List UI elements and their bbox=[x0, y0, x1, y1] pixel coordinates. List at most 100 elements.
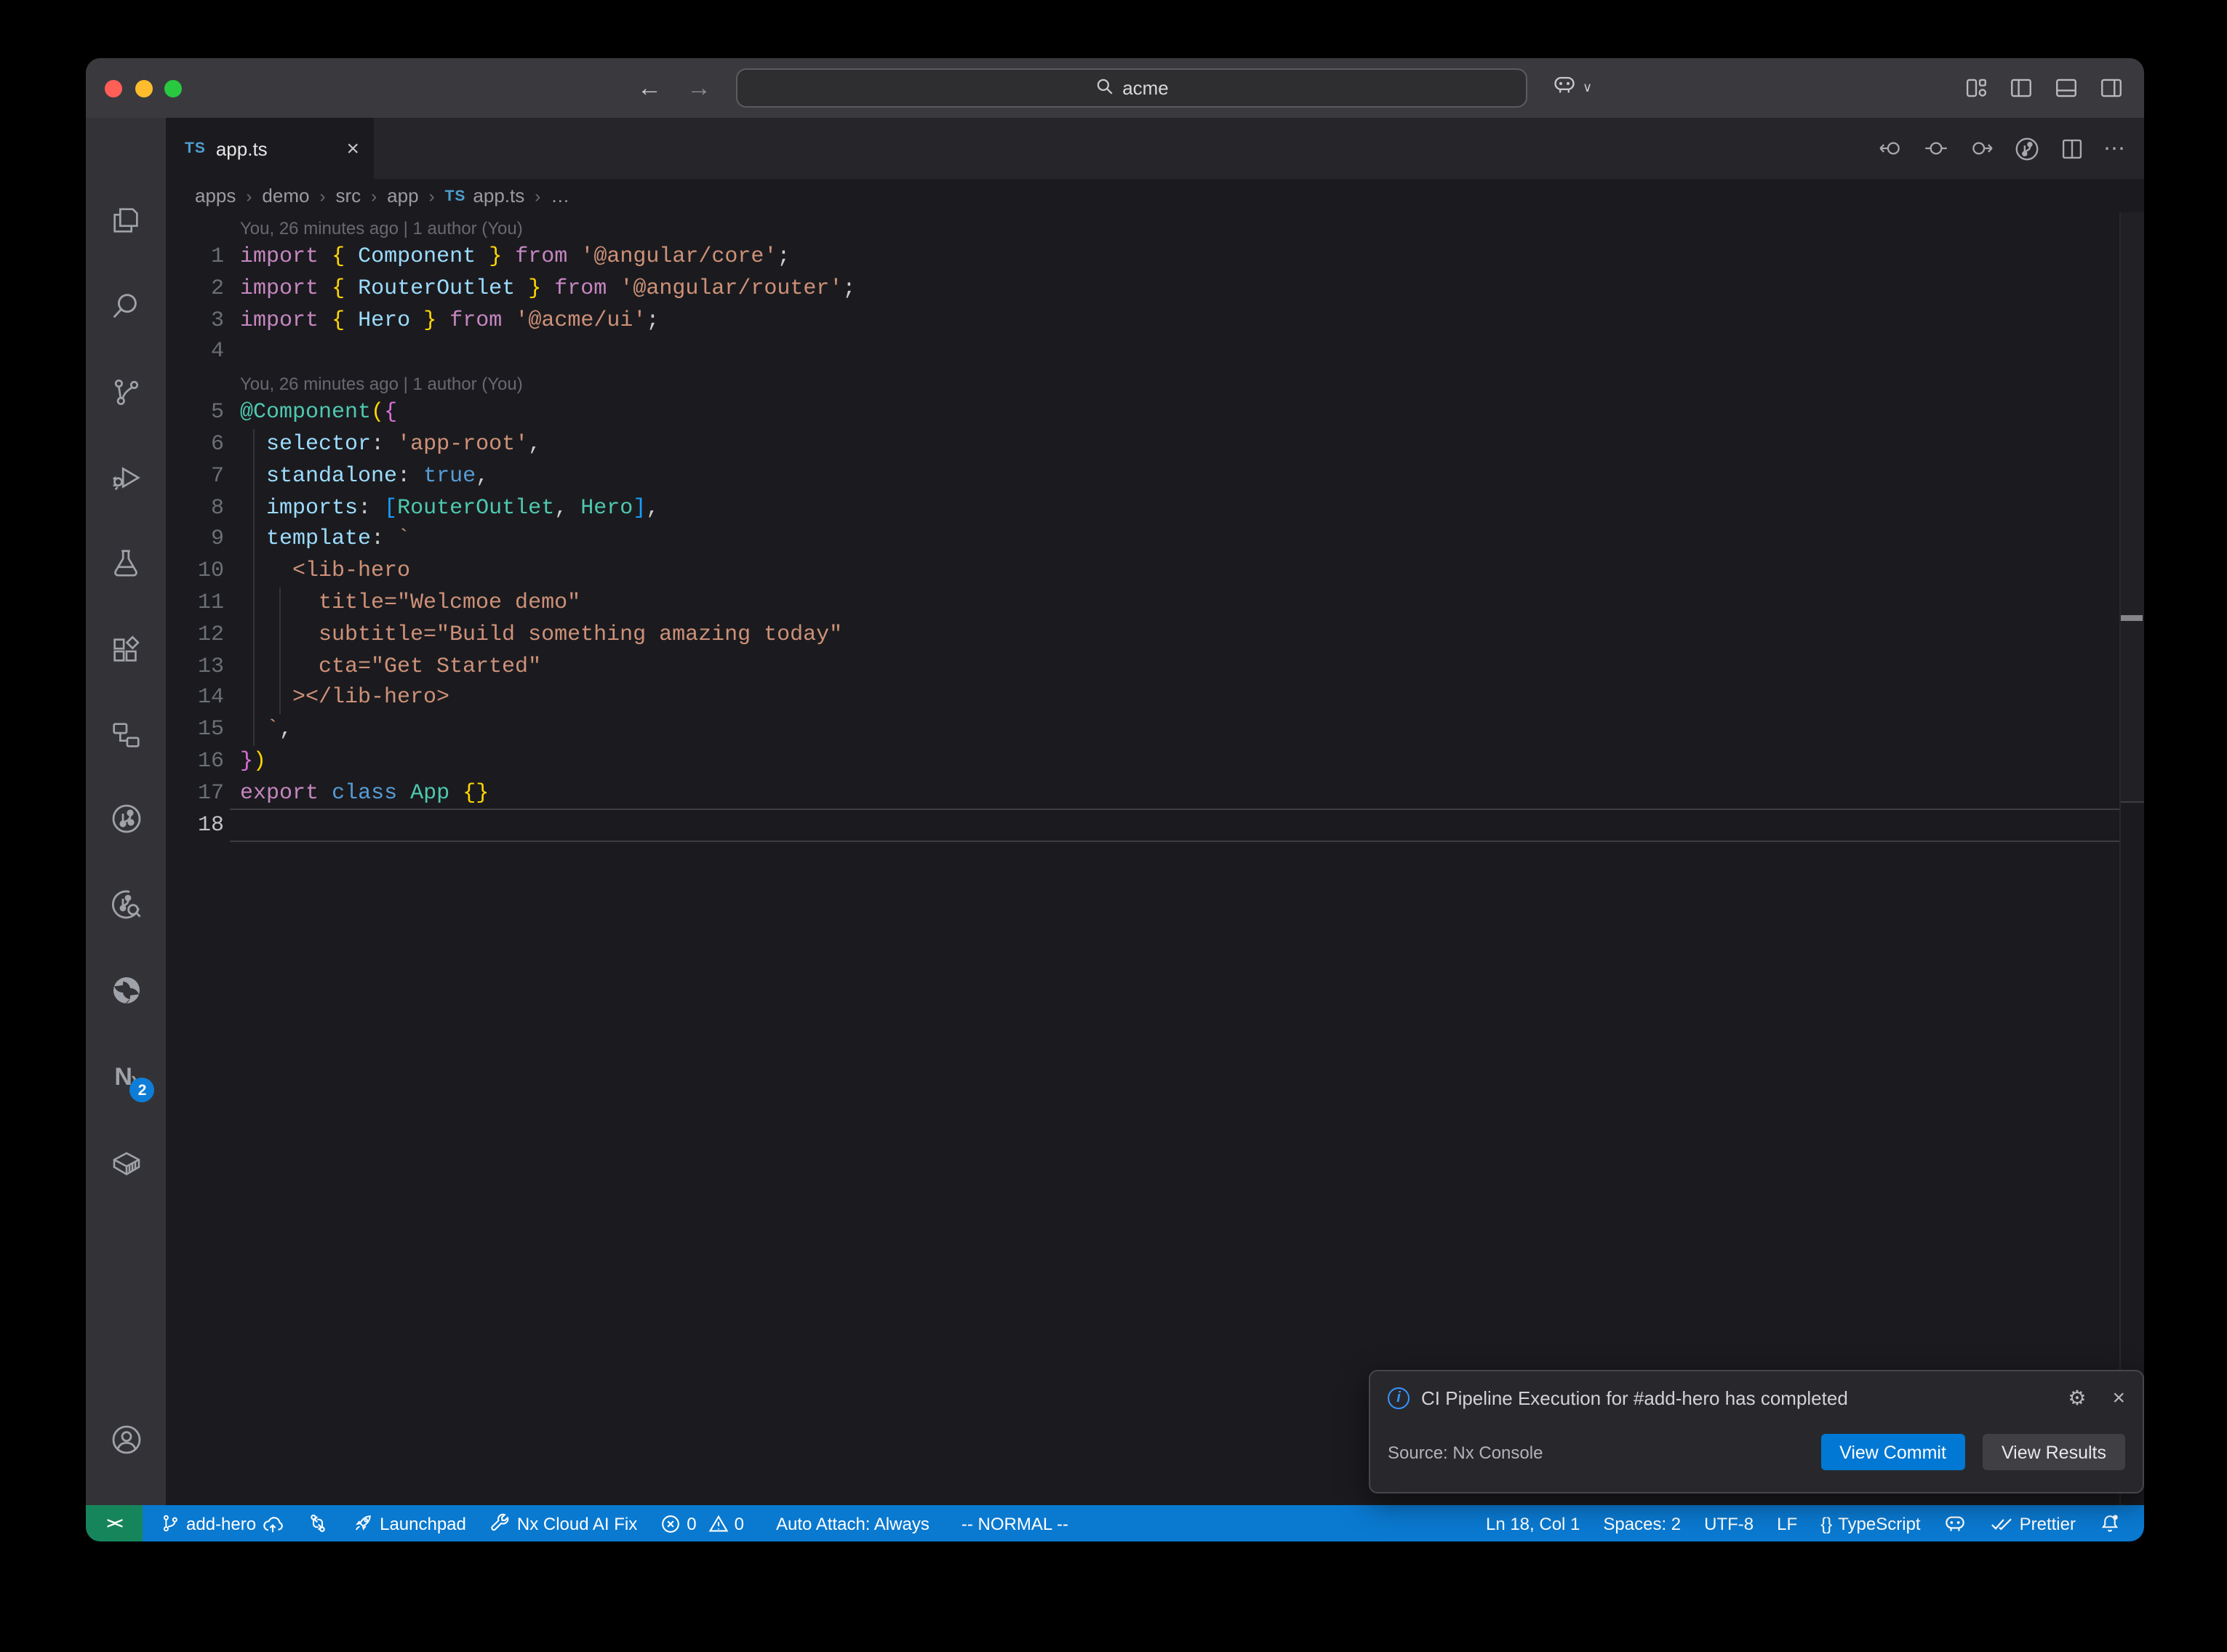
language-mode-item[interactable]: {} TypeScript bbox=[1809, 1505, 1932, 1541]
code-line[interactable]: 5@Component({ bbox=[166, 397, 2144, 429]
swirl-icon[interactable] bbox=[86, 969, 166, 1012]
typescript-file-icon: TS bbox=[185, 140, 206, 157]
code-line[interactable]: 6 selector: 'app-root', bbox=[166, 429, 2144, 461]
code-line[interactable]: 18 bbox=[166, 809, 2144, 841]
code-line[interactable]: 4 bbox=[166, 337, 2144, 369]
back-icon[interactable]: ← bbox=[637, 58, 662, 118]
explorer-icon[interactable] bbox=[86, 198, 166, 241]
nx-cloud-fix-label: Nx Cloud AI Fix bbox=[517, 1513, 637, 1533]
nx-badge: 2 bbox=[130, 1078, 155, 1102]
breadcrumb-item[interactable]: app bbox=[387, 185, 418, 206]
tab-label: app.ts bbox=[216, 137, 268, 159]
problems-item[interactable]: 0 0 bbox=[649, 1505, 756, 1541]
launchpad-item[interactable]: Launchpad bbox=[340, 1505, 478, 1541]
breadcrumb-item[interactable]: src bbox=[335, 185, 361, 206]
breadcrumb-item[interactable]: TSapp.ts bbox=[445, 185, 525, 206]
toggle-secondary-sidebar-icon[interactable] bbox=[2099, 76, 2124, 100]
scrollbar-slider[interactable] bbox=[2121, 212, 2144, 803]
notification-settings-icon[interactable]: ⚙ bbox=[2068, 1386, 2086, 1411]
line-number: 13 bbox=[166, 651, 224, 683]
breadcrumb[interactable]: apps›demo›src›app›TSapp.ts›… bbox=[166, 179, 2144, 212]
breadcrumb-item[interactable]: … bbox=[551, 185, 569, 206]
vim-mode-item[interactable]: -- NORMAL -- bbox=[950, 1505, 1080, 1541]
previous-change-icon[interactable] bbox=[1878, 137, 1904, 160]
line-number: 11 bbox=[166, 588, 224, 620]
screen: ← → acme ∨ bbox=[0, 0, 2227, 1652]
run-debug-icon[interactable] bbox=[86, 455, 166, 499]
code-line[interactable]: 8 imports: [RouterOutlet, Hero], bbox=[166, 492, 2144, 524]
minimize-window-button[interactable] bbox=[135, 79, 152, 97]
code-line[interactable]: 7 standalone: true, bbox=[166, 461, 2144, 493]
source-control-icon[interactable] bbox=[86, 369, 166, 413]
code-line[interactable]: 3import { Hero } from '@acme/ui'; bbox=[166, 305, 2144, 337]
code-line[interactable]: 17export class App {} bbox=[166, 778, 2144, 810]
code-line[interactable]: 10 <lib-hero bbox=[166, 556, 2144, 588]
line-number: 5 bbox=[166, 397, 224, 429]
cursor-position-item[interactable]: Ln 18, Col 1 bbox=[1474, 1505, 1591, 1541]
notification-close-icon[interactable]: × bbox=[2112, 1386, 2125, 1411]
code-editor[interactable]: You, 26 minutes ago | 1 author (You)1imp… bbox=[166, 212, 2144, 1505]
encoding-item[interactable]: UTF-8 bbox=[1692, 1505, 1765, 1541]
line-number: 6 bbox=[166, 429, 224, 461]
search-view-icon[interactable] bbox=[86, 284, 166, 327]
git-compare-item[interactable] bbox=[295, 1505, 340, 1541]
more-actions-icon[interactable]: ⋯ bbox=[2103, 135, 2127, 161]
code-line[interactable]: 9 template: ` bbox=[166, 524, 2144, 556]
notifications-bell-item[interactable] bbox=[2087, 1505, 2132, 1541]
testing-icon[interactable] bbox=[86, 541, 166, 585]
gitlens-icon[interactable] bbox=[86, 797, 166, 841]
code-line[interactable]: 11 title="Welcmoe demo" bbox=[166, 588, 2144, 620]
code-line[interactable]: 16}) bbox=[166, 746, 2144, 778]
code-line[interactable]: 1import { Component } from '@angular/cor… bbox=[166, 241, 2144, 273]
customize-layout-icon[interactable] bbox=[1964, 76, 1988, 100]
copilot-menu[interactable]: ∨ bbox=[1552, 58, 1592, 118]
command-center-search[interactable]: acme bbox=[736, 68, 1527, 108]
notification-toast: i CI Pipeline Execution for #add-hero ha… bbox=[1369, 1370, 2144, 1493]
code-line[interactable]: 13 cta="Get Started" bbox=[166, 651, 2144, 683]
code-text: imports: [RouterOutlet, Hero], bbox=[224, 492, 659, 524]
remote-indicator[interactable]: >< bbox=[86, 1505, 143, 1541]
hierarchy-icon[interactable] bbox=[86, 713, 166, 756]
overview-ruler-marker bbox=[2121, 615, 2143, 621]
split-editor-icon[interactable] bbox=[2060, 136, 2084, 161]
view-results-button[interactable]: View Results bbox=[1983, 1434, 2125, 1470]
view-commit-button[interactable]: View Commit bbox=[1820, 1434, 1965, 1470]
error-icon bbox=[660, 1513, 681, 1533]
toggle-panel-icon[interactable] bbox=[2054, 76, 2079, 100]
breadcrumb-item[interactable]: apps bbox=[195, 185, 236, 206]
zoom-window-button[interactable] bbox=[164, 79, 182, 97]
eol-item[interactable]: LF bbox=[1765, 1505, 1809, 1541]
code-line[interactable]: 15 `, bbox=[166, 714, 2144, 746]
code-line[interactable]: 2import { RouterOutlet } from '@angular/… bbox=[166, 273, 2144, 305]
code-text bbox=[224, 809, 240, 841]
copilot-status-item[interactable] bbox=[1932, 1505, 1979, 1541]
code-line[interactable]: 12 subtitle="Build something amazing tod… bbox=[166, 620, 2144, 651]
line-number: 10 bbox=[166, 556, 224, 588]
open-changes-icon[interactable] bbox=[1923, 137, 1949, 160]
close-window-button[interactable] bbox=[105, 79, 122, 97]
forward-icon[interactable]: → bbox=[687, 58, 711, 118]
account-icon[interactable] bbox=[86, 1418, 166, 1461]
breadcrumb-item[interactable]: demo bbox=[262, 185, 309, 206]
formatter-item[interactable]: Prettier bbox=[1979, 1505, 2087, 1541]
search-value: acme bbox=[1122, 77, 1169, 99]
code-text: selector: 'app-root', bbox=[224, 429, 541, 461]
tab-app-ts[interactable]: TS app.ts × bbox=[166, 118, 374, 179]
git-branch-item[interactable]: add-hero bbox=[148, 1505, 295, 1541]
commit-graph-icon[interactable] bbox=[2013, 135, 2041, 162]
containers-icon[interactable] bbox=[86, 1142, 166, 1185]
traffic-lights bbox=[105, 58, 182, 118]
code-text: template: ` bbox=[224, 524, 410, 556]
code-line[interactable]: 14 ></lib-hero> bbox=[166, 683, 2144, 715]
extensions-icon[interactable] bbox=[86, 627, 166, 670]
next-change-icon[interactable] bbox=[1968, 137, 1994, 160]
auto-attach-item[interactable]: Auto Attach: Always bbox=[764, 1505, 941, 1541]
indentation-item[interactable]: Spaces: 2 bbox=[1591, 1505, 1692, 1541]
nx-console-icon[interactable]: N› 2 bbox=[86, 1056, 166, 1099]
toggle-primary-sidebar-icon[interactable] bbox=[2009, 76, 2034, 100]
gitlens-inspect-icon[interactable] bbox=[86, 883, 166, 926]
nx-cloud-fix-item[interactable]: Nx Cloud AI Fix bbox=[478, 1505, 649, 1541]
info-icon: i bbox=[1388, 1387, 1410, 1409]
tab-close-icon[interactable]: × bbox=[346, 137, 359, 159]
notification-title: CI Pipeline Execution for #add-hero has … bbox=[1421, 1387, 2056, 1409]
